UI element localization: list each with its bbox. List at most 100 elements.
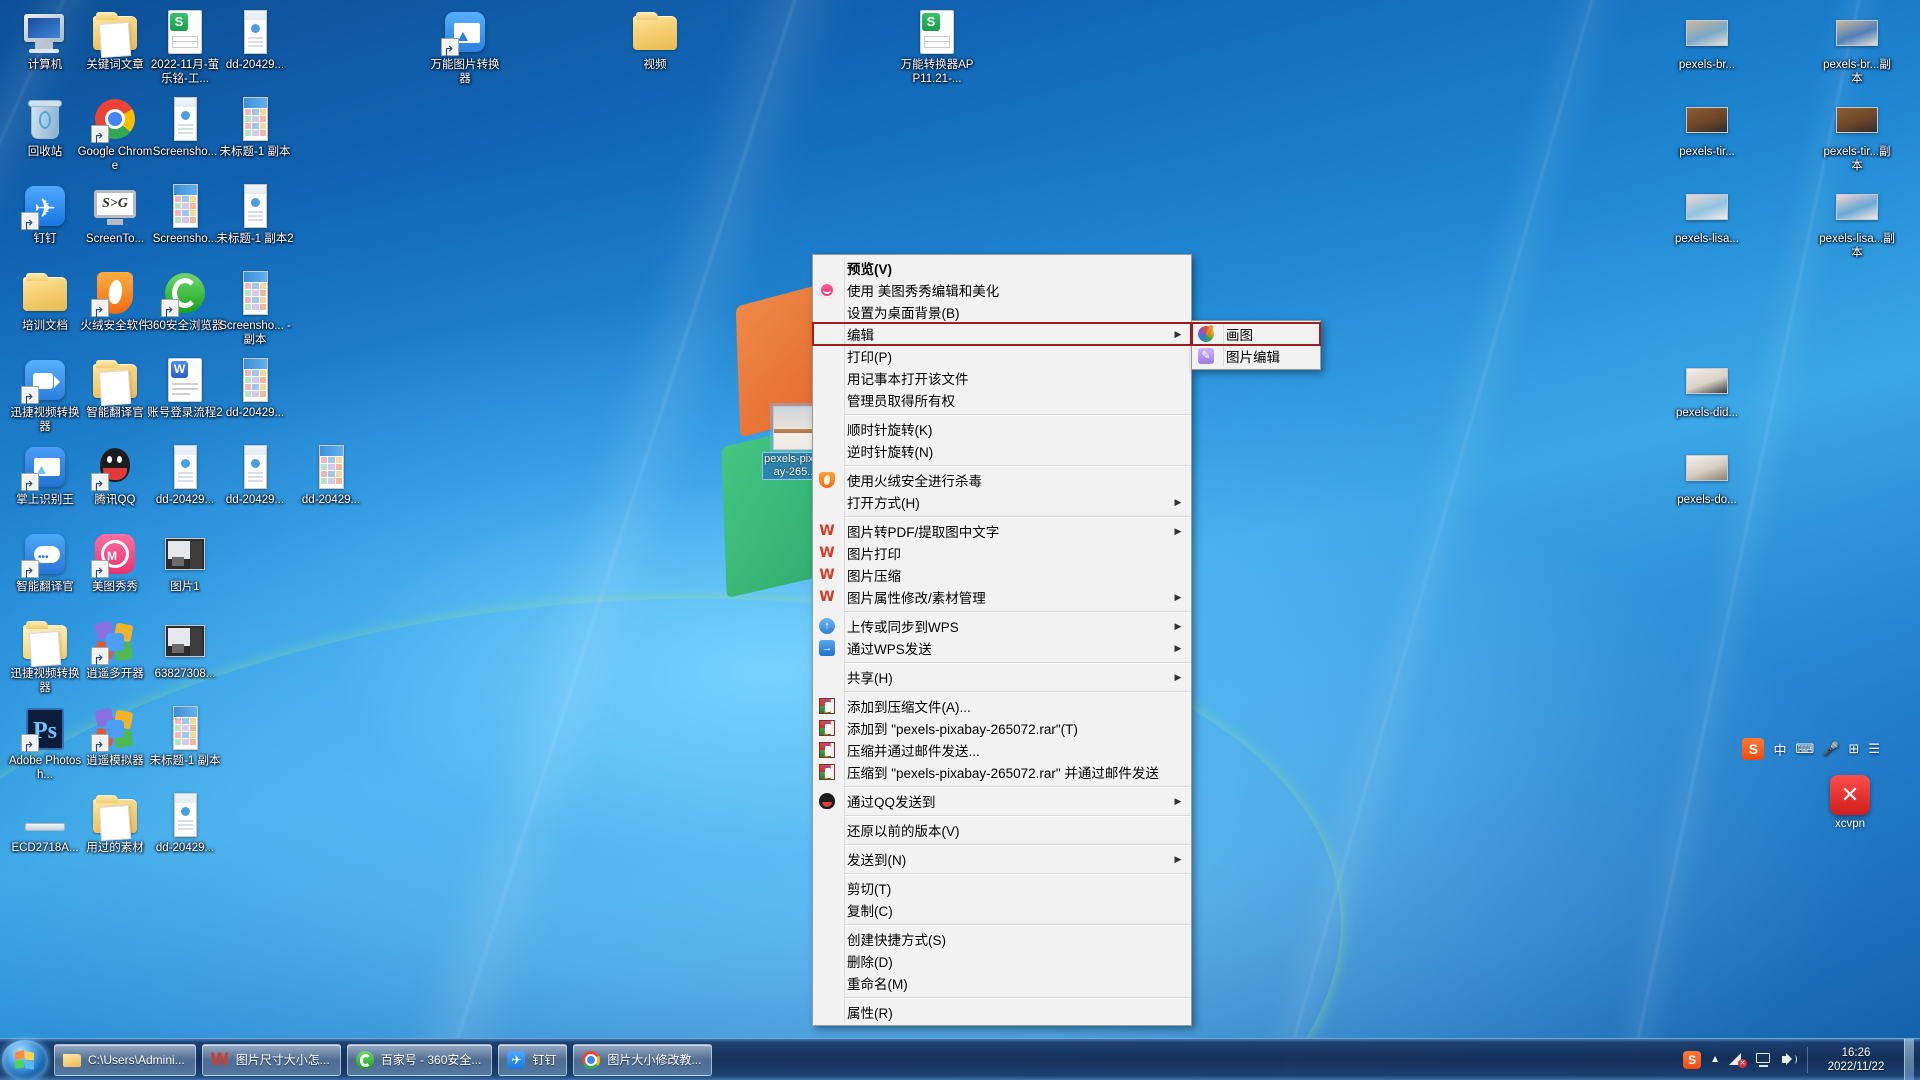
context-menu-item[interactable]: 编辑 ▶ — [812, 322, 1192, 346]
context-menu-item[interactable]: 复制(C) — [813, 899, 1191, 921]
action-center-icon[interactable] — [1755, 1052, 1772, 1067]
desktop-icon[interactable]: dd-20429... — [216, 8, 294, 73]
context-menu-item[interactable]: 发送到(N) ▶ — [813, 848, 1191, 870]
desktop-icon[interactable]: Screensho... — [146, 95, 224, 160]
desktop-icon[interactable]: 未标题-1 副本 — [216, 95, 294, 160]
desktop-icon[interactable]: dd-20429... — [216, 356, 294, 421]
desktop-icon[interactable]: dd-20429... — [146, 443, 224, 508]
desktop-icon[interactable]: PsAdobe Photosh... — [6, 704, 84, 782]
desktop-icon[interactable]: pexels-do... — [1668, 443, 1746, 508]
context-menu-item[interactable]: 设置为桌面背景(B) — [813, 301, 1191, 323]
context-menu-item[interactable]: W 图片压缩 — [813, 564, 1191, 586]
desktop-icon[interactable]: 计算机 — [6, 8, 84, 73]
desktop-icon[interactable]: W 账号登录流程2 — [146, 356, 224, 421]
desktop-icon[interactable]: 迅捷视频转换器 — [6, 356, 84, 434]
desktop-icon[interactable]: dd-20429... — [216, 443, 294, 508]
desktop-icon[interactable]: 未标题-1 副本 — [146, 704, 224, 769]
desktop-icon[interactable]: pexels-br...副本 — [1818, 8, 1896, 86]
desktop-icon[interactable]: 掌上识别王 — [6, 443, 84, 508]
desktop-icon[interactable]: dd-20429... — [146, 791, 224, 856]
desktop-icon[interactable]: 回收站 — [6, 95, 84, 160]
desktop-icon[interactable]: 培训文档 — [6, 269, 84, 334]
desktop-icon[interactable]: Screensho... - 副本 — [216, 269, 294, 347]
desktop-icon[interactable]: S 2022-11月-萤乐铭-工... — [146, 8, 224, 86]
desktop-icon[interactable]: 智能翻译官 — [76, 356, 154, 421]
sogou-panel-icon[interactable]: ⊞ — [1848, 741, 1859, 757]
edit-submenu[interactable]: 画图图片编辑 — [1191, 320, 1321, 370]
desktop-icon[interactable]: dd-20429... — [292, 443, 370, 508]
context-menu-item[interactable]: W 图片打印 — [813, 542, 1191, 564]
submenu-item[interactable]: 画图 — [1191, 322, 1321, 346]
desktop-icon[interactable]: 未标题-1 副本2 — [216, 182, 294, 247]
desktop-icon[interactable]: 迅捷视频转换器 — [6, 617, 84, 695]
desktop-icon[interactable]: S 万能转换器APP11.21-... — [898, 8, 976, 86]
context-menu-item[interactable]: 通过WPS发送 ▶ — [813, 637, 1191, 659]
desktop-icon[interactable]: M美图秀秀 — [76, 530, 154, 595]
context-menu-item[interactable]: 使用火绒安全进行杀毒 — [813, 469, 1191, 491]
desktop-icon[interactable]: 360安全浏览器 — [146, 269, 224, 334]
desktop-icon[interactable]: 用过的素材 — [76, 791, 154, 856]
context-menu-item[interactable]: W 图片属性修改/素材管理 ▶ — [813, 586, 1191, 608]
taskbar[interactable]: C:\Users\Admini... W 图片尺寸大小怎... 百家号 - 360安全… — [0, 1038, 1920, 1080]
desktop-icon[interactable]: ECD2718A... — [6, 791, 84, 856]
desktop-icon[interactable]: 腾讯QQ — [76, 443, 154, 508]
context-menu-item[interactable]: 属性(R) — [813, 1001, 1191, 1023]
network-icon[interactable]: ✕ — [1729, 1052, 1747, 1068]
desktop-icon[interactable]: pexels-lisa... — [1668, 182, 1746, 247]
context-menu-item[interactable]: 打开方式(H) ▶ — [813, 491, 1191, 513]
context-menu-item[interactable]: 预览(V) — [813, 257, 1191, 279]
system-tray[interactable]: S ▲ ✕ 16:26 2022/11/22 — [1683, 1038, 1920, 1080]
show-desktop-button[interactable] — [1904, 1038, 1914, 1080]
context-menu-item[interactable]: 共享(H) ▶ — [813, 666, 1191, 688]
context-menu-item[interactable]: 删除(D) — [813, 950, 1191, 972]
show-hidden-icons-button[interactable]: ▲ — [1710, 1054, 1720, 1065]
context-menu-item[interactable]: 压缩并通过邮件发送... — [813, 739, 1191, 761]
sogou-keyboard-icon[interactable]: ⌨ — [1795, 741, 1814, 757]
sogou-voice-icon[interactable]: 🎤 — [1823, 741, 1839, 757]
context-menu-item[interactable]: 压缩到 "pexels-pixabay-265072.rar" 并通过邮件发送 — [813, 761, 1191, 783]
desktop-icon[interactable]: S>G ScreenTo... — [76, 182, 154, 247]
context-menu-item[interactable]: 上传或同步到WPS ▶ — [813, 615, 1191, 637]
context-menu-item[interactable]: W 图片转PDF/提取图中文字 ▶ — [813, 520, 1191, 542]
taskbar-button[interactable]: 图片大小修改教... — [573, 1043, 713, 1076]
start-button[interactable] — [2, 1039, 48, 1080]
desktop-icon[interactable]: pexels-tir... — [1668, 95, 1746, 160]
desktop-icon[interactable]: 逍遥多开器 — [76, 617, 154, 682]
context-menu-item[interactable]: 管理员取得所有权 — [813, 389, 1191, 411]
context-menu-item[interactable]: 重命名(M) — [813, 972, 1191, 994]
context-menu-item[interactable]: 添加到 "pexels-pixabay-265072.rar"(T) — [813, 717, 1191, 739]
taskbar-button[interactable]: C:\Users\Admini... — [54, 1043, 196, 1076]
desktop-icon[interactable]: 逍遥模拟器 — [76, 704, 154, 769]
context-menu-item[interactable]: 还原以前的版本(V) — [813, 819, 1191, 841]
taskbar-button[interactable]: W 图片尺寸大小怎... — [201, 1043, 341, 1076]
taskbar-button[interactable]: ✈ 钉钉 — [498, 1043, 568, 1076]
desktop-icon[interactable]: 关键词文章 — [76, 8, 154, 73]
context-menu-item[interactable]: 用记事本打开该文件 — [813, 367, 1191, 389]
desktop-icon[interactable]: 63827308... — [146, 617, 224, 682]
desktop-icon[interactable]: pexels-br... — [1668, 8, 1746, 73]
context-menu-item[interactable]: 创建快捷方式(S) — [813, 928, 1191, 950]
desktop-icon[interactable]: pexels-did... — [1668, 356, 1746, 421]
desktop-icon[interactable]: ✈钉钉 — [6, 182, 84, 247]
submenu-item[interactable]: 图片编辑 — [1192, 345, 1320, 367]
desktop-icon[interactable]: 火绒安全软件 — [76, 269, 154, 334]
context-menu-item[interactable]: 添加到压缩文件(A)... — [813, 695, 1191, 717]
desktop-icon[interactable]: •••智能翻译官 — [6, 530, 84, 595]
volume-icon[interactable] — [1781, 1052, 1798, 1067]
context-menu-item[interactable]: 逆时针旋转(N) — [813, 440, 1191, 462]
context-menu-item[interactable]: 使用 美图秀秀编辑和美化 — [813, 279, 1191, 301]
sogou-input-toolbar[interactable]: S 中 ⌨ 🎤 ⊞ ☰ — [1742, 738, 1880, 760]
sogou-logo-icon[interactable]: S — [1742, 738, 1765, 760]
sogou-tray-icon[interactable]: S — [1683, 1050, 1702, 1069]
context-menu-item[interactable]: 通过QQ发送到 ▶ — [813, 790, 1191, 812]
desktop-icon[interactable]: pexels-tir...副本 — [1818, 95, 1896, 173]
taskbar-button[interactable]: 百家号 - 360安全... — [346, 1043, 493, 1076]
context-menu-item[interactable]: 打印(P) — [813, 345, 1191, 367]
desktop-icon[interactable]: 图片1 — [146, 530, 224, 595]
context-menu-item[interactable]: 顺时针旋转(K) — [813, 418, 1191, 440]
sogou-mode-icon[interactable]: 中 — [1773, 740, 1786, 759]
xcvpn-desktop-icon[interactable]: xcvpn — [1818, 775, 1882, 830]
file-context-menu[interactable]: 预览(V) 使用 美图秀秀编辑和美化 设置为桌面背景(B) 编辑 ▶ 打印(P) 用记事本打… — [812, 254, 1192, 1026]
sogou-menu-icon[interactable]: ☰ — [1868, 741, 1880, 757]
desktop-icon[interactable]: Screensho... — [146, 182, 224, 247]
